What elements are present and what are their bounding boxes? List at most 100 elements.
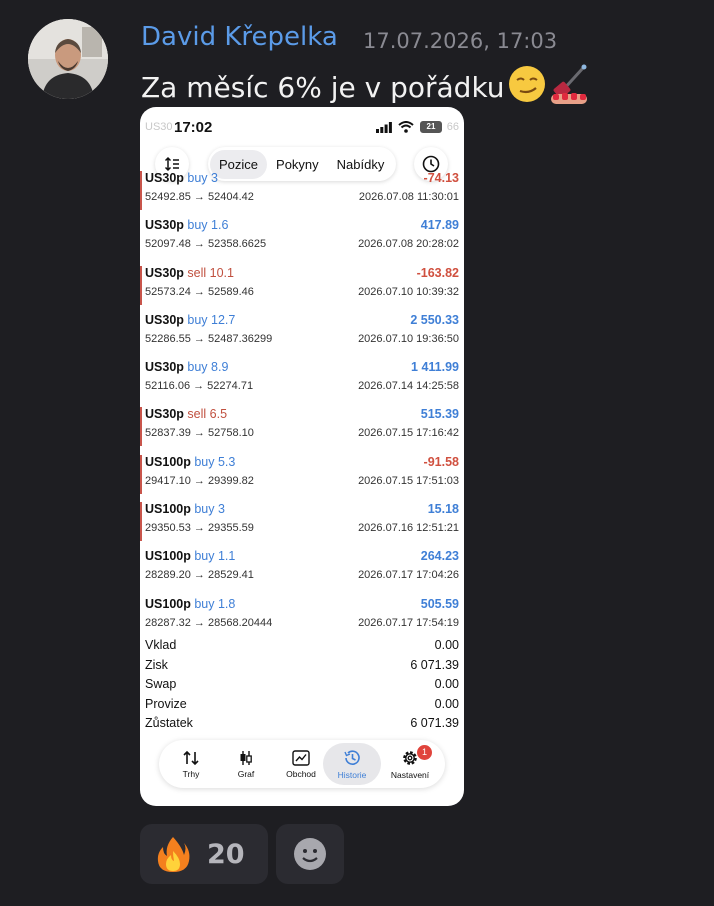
- loss-marker: [140, 171, 142, 210]
- summary-label: Zůstatek: [145, 716, 193, 730]
- nav-label: Trhy: [182, 768, 200, 779]
- nav-label: Nastavení: [390, 769, 430, 780]
- summary-row: Provize 0.00: [145, 697, 459, 717]
- deal-prices: 28289.20 → 28529.41: [145, 569, 254, 582]
- deal-profit: 1 411.99: [411, 360, 459, 375]
- author-name[interactable]: David Křepelka: [141, 22, 338, 52]
- avatar-photo: [28, 19, 108, 99]
- deal-row[interactable]: US30p buy 12.7 52286.55 → 52487.36299 2 55…: [140, 309, 464, 356]
- message-text-line: Za měsíc 6% je v pořádku: [141, 64, 591, 111]
- nav-trhy[interactable]: Trhy: [162, 743, 220, 785]
- summary-label: Zisk: [145, 657, 168, 672]
- summary-value: 0.00: [434, 638, 459, 652]
- deal-row[interactable]: US100p buy 3 29350.53 → 29355.59 15.18 2026…: [140, 498, 464, 545]
- nav-obchod[interactable]: Obchod: [272, 743, 330, 785]
- battery-icon: 21: [420, 121, 442, 133]
- deal-volume: 1.1: [217, 549, 236, 564]
- deal-direction: buy: [187, 171, 208, 185]
- deal-symbol: US100p: [145, 454, 191, 469]
- candlestick-icon: [240, 750, 252, 765]
- deal-row[interactable]: US100p buy 1.8 28287.32 → 28568.20444 505.…: [140, 593, 464, 640]
- nav-label: Graf: [237, 768, 255, 779]
- deal-row[interactable]: US100p buy 5.3 29417.10 → 29399.82 -91.58 2…: [140, 451, 464, 498]
- nav-graf[interactable]: Graf: [217, 743, 275, 785]
- deal-volume: 1.8: [217, 596, 236, 611]
- deal-symbol: US30p: [145, 360, 184, 375]
- deal-symbol: US100p: [145, 596, 191, 611]
- deal-symbol: US30p: [145, 218, 184, 233]
- deal-title: US30p sell 10.1: [145, 266, 234, 280]
- deal-profit: -163.82: [416, 265, 459, 280]
- reaction-fire[interactable]: 20: [140, 824, 268, 884]
- nav-label: Historie: [337, 769, 367, 780]
- deal-volume: 3: [217, 502, 225, 517]
- deal-volume: 12.7: [211, 312, 236, 327]
- signal-icon: [376, 121, 392, 133]
- deal-prices: 52116.06 → 52274.71: [145, 380, 254, 393]
- smirk-emoji-icon: [507, 64, 547, 111]
- deal-profit: -91.58: [423, 454, 459, 469]
- nav-label: Obchod: [286, 768, 316, 779]
- deal-symbol: US30p: [145, 407, 184, 422]
- add-reaction-icon: [294, 838, 326, 870]
- message-timestamp: 17.07.2026, 17:03: [363, 29, 558, 53]
- deal-prices: 52097.48 → 52358.6625: [145, 238, 267, 251]
- deal-volume: 3: [211, 171, 218, 185]
- nav-nastaveni[interactable]: Nastavení 1: [381, 743, 439, 785]
- chart-line-icon: [292, 749, 310, 766]
- deal-datetime: 2026.07.10 10:39:32: [358, 285, 459, 298]
- deal-datetime: 2026.07.08 20:28:02: [358, 238, 459, 251]
- deal-datetime: 2026.07.15 17:51:03: [358, 474, 459, 487]
- bottom-nav: Trhy Graf Obchod Historie Nastavení 1: [159, 740, 445, 788]
- deal-profit: 15.18: [427, 502, 459, 517]
- deal-profit: -74.13: [423, 171, 459, 185]
- deal-datetime: 2026.07.08 11:30:01: [358, 191, 459, 203]
- deal-row[interactable]: US30p sell 6.5 52837.39 → 52758.10 515.39 2…: [140, 403, 464, 450]
- arrows-updown-icon: [183, 750, 199, 765]
- loss-marker: [140, 502, 142, 542]
- deal-title: US30p sell 6.5: [145, 407, 227, 421]
- deal-direction: buy: [187, 312, 208, 327]
- deal-row[interactable]: US100p buy 1.1 28289.20 → 28529.41 264.23 2…: [140, 545, 464, 592]
- deal-row[interactable]: US30p buy 3 52492.85 → 52404.42 -74.13 2026…: [140, 167, 464, 214]
- deal-row[interactable]: US30p sell 10.1 52573.24 → 52589.46 -163.8…: [140, 262, 464, 309]
- deal-datetime: 2026.07.17 17:04:26: [358, 569, 459, 582]
- deal-datetime: 2026.07.16 12:51:21: [358, 522, 459, 535]
- summary-value: 6 071.39: [410, 716, 459, 730]
- deal-datetime: 2026.07.10 19:36:50: [358, 332, 459, 345]
- attached-screenshot[interactable]: US30 66 17:02 21 Pozice Pokyny Nabídky U…: [140, 107, 464, 806]
- deal-direction: buy: [187, 360, 208, 375]
- deal-direction: buy: [187, 218, 208, 233]
- deal-direction: buy: [194, 549, 215, 564]
- deal-title: US30p buy 3: [145, 171, 218, 185]
- nail-polish-emoji-icon: [549, 64, 591, 111]
- deal-title: US30p buy 8.9: [145, 360, 228, 374]
- notification-badge: 1: [417, 745, 432, 760]
- deal-direction: sell: [187, 265, 207, 280]
- deal-title: US100p buy 3: [145, 502, 225, 516]
- reaction-count: 20: [207, 838, 245, 870]
- deal-symbol: US100p: [145, 502, 191, 517]
- deal-row[interactable]: US30p buy 8.9 52116.06 → 52274.71 1 411.99…: [140, 356, 464, 403]
- deal-row[interactable]: US30p buy 1.6 52097.48 → 52358.6625 417.89…: [140, 214, 464, 261]
- add-reaction-button[interactable]: [276, 824, 344, 884]
- summary-value: 0.00: [434, 696, 459, 711]
- summary-value: 0.00: [434, 677, 459, 691]
- ghost-row-symbol: US30: [145, 121, 173, 133]
- deal-volume: 5.3: [217, 454, 236, 469]
- summary-row: Zůstatek 6 071.39: [145, 716, 459, 736]
- summary-label: Vklad: [145, 638, 177, 652]
- deals-list: US30p buy 3 52492.85 → 52404.42 -74.13 2026…: [140, 167, 464, 640]
- nav-historie[interactable]: Historie: [323, 743, 381, 785]
- message-text: Za měsíc 6% je v pořádku: [141, 71, 505, 104]
- loss-marker: [140, 454, 142, 494]
- avatar[interactable]: [28, 19, 108, 99]
- summary-row: Swap 0.00: [145, 677, 459, 697]
- status-bar-icons: 21: [376, 121, 442, 133]
- history-clock-icon: [344, 749, 360, 765]
- summary-label: Provize: [145, 696, 187, 711]
- deal-profit: 417.89: [420, 218, 459, 233]
- status-bar-time: 17:02: [174, 119, 213, 136]
- deal-direction: buy: [194, 502, 215, 517]
- deal-profit: 2 550.33: [410, 312, 459, 327]
